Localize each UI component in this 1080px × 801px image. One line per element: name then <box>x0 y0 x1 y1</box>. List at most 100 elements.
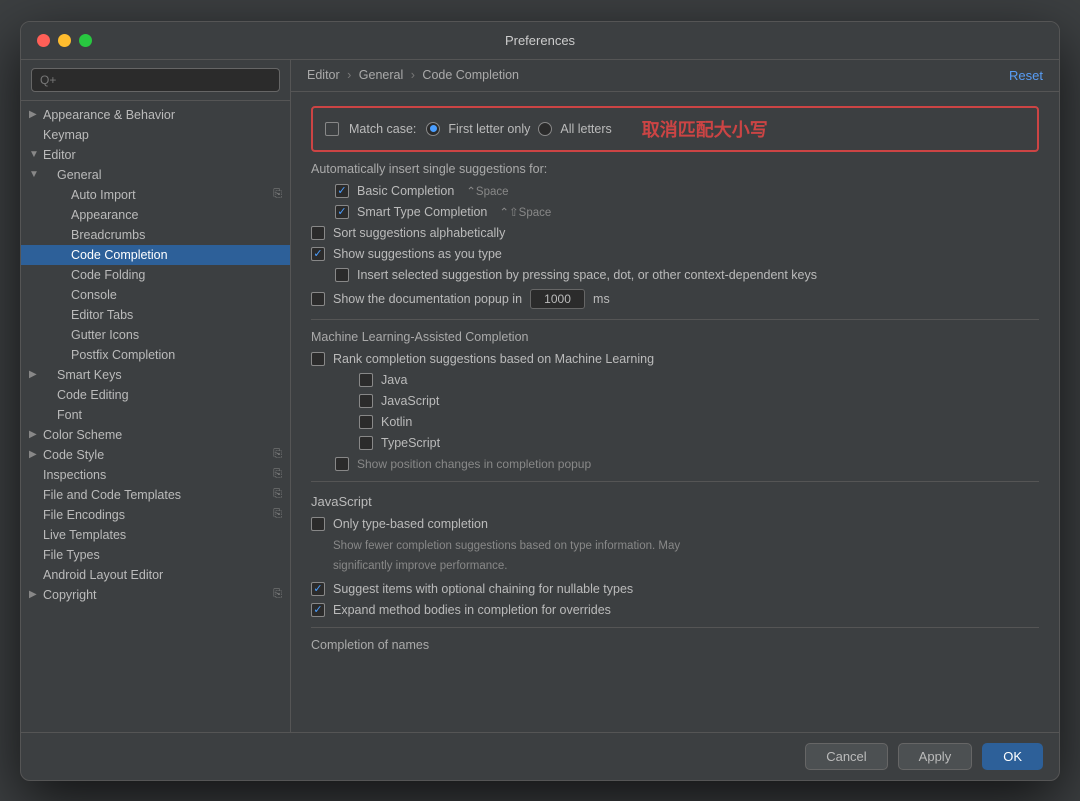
ml-typescript-checkbox[interactable] <box>359 436 373 450</box>
sidebar-item-editor[interactable]: ▼ Editor <box>21 145 290 165</box>
sidebar-item-android-layout-editor[interactable]: Android Layout Editor <box>21 565 290 585</box>
js-expand-method-row: Expand method bodies in completion for o… <box>311 603 1039 617</box>
breadcrumb-sep2: › <box>411 68 415 82</box>
sidebar-item-code-editing[interactable]: Code Editing <box>21 385 290 405</box>
sidebar-item-file-code-templates[interactable]: File and Code Templates ⎘ <box>21 485 290 505</box>
sidebar-item-label: Gutter Icons <box>71 328 282 342</box>
panel-header: Editor › General › Code Completion Reset <box>291 60 1059 92</box>
reset-button[interactable]: Reset <box>1009 68 1043 83</box>
sidebar-item-inspections[interactable]: Inspections ⎘ <box>21 465 290 485</box>
show-suggestions-checkbox[interactable] <box>311 247 325 261</box>
js-suggest-nullable-checkbox[interactable] <box>311 582 325 596</box>
show-suggestions-label: Show suggestions as you type <box>333 247 502 261</box>
sidebar-item-code-folding[interactable]: Code Folding <box>21 265 290 285</box>
arrow-icon: ▶ <box>29 109 43 120</box>
ml-javascript-checkbox[interactable] <box>359 394 373 408</box>
show-position-row: Show position changes in completion popu… <box>335 457 1039 471</box>
sidebar-item-file-encodings[interactable]: File Encodings ⎘ <box>21 505 290 525</box>
sidebar-item-appearance[interactable]: Appearance <box>21 205 290 225</box>
cancel-button[interactable]: Cancel <box>805 743 887 770</box>
maximize-button[interactable] <box>79 34 92 47</box>
sidebar-item-label: Editor Tabs <box>71 308 282 322</box>
ok-button[interactable]: OK <box>982 743 1043 770</box>
basic-completion-checkbox[interactable] <box>335 184 349 198</box>
sort-alpha-checkbox[interactable] <box>311 226 325 240</box>
dialog-title: Preferences <box>505 33 575 48</box>
ml-typescript-row: TypeScript <box>359 436 1039 450</box>
sidebar-item-label: Smart Keys <box>57 368 282 382</box>
arrow-icon: ▼ <box>29 169 43 180</box>
minimize-button[interactable] <box>58 34 71 47</box>
ml-kotlin-row: Kotlin <box>359 415 1039 429</box>
js-only-type-checkbox[interactable] <box>311 517 325 531</box>
apply-button[interactable]: Apply <box>898 743 973 770</box>
sidebar-item-label: Live Templates <box>43 528 282 542</box>
sidebar-item-code-completion[interactable]: Code Completion <box>21 245 290 265</box>
insert-selected-checkbox[interactable] <box>335 268 349 282</box>
sidebar-item-code-style[interactable]: ▶ Code Style ⎘ <box>21 445 290 465</box>
sidebar-item-general[interactable]: ▼ General <box>21 165 290 185</box>
sidebar-item-console[interactable]: Console <box>21 285 290 305</box>
sidebar-item-label: Code Style <box>43 448 269 462</box>
smart-completion-checkbox[interactable] <box>335 205 349 219</box>
ml-java-row: Java <box>359 373 1039 387</box>
first-letter-label: First letter only <box>448 122 530 136</box>
copy-icon: ⎘ <box>273 488 282 501</box>
sidebar-item-keymap[interactable]: Keymap <box>21 125 290 145</box>
sidebar-item-editor-tabs[interactable]: Editor Tabs <box>21 305 290 325</box>
js-only-type-label: Only type-based completion <box>333 517 488 531</box>
ml-kotlin-checkbox[interactable] <box>359 415 373 429</box>
radio-first-letter[interactable] <box>426 122 440 136</box>
copy-icon: ⎘ <box>273 508 282 521</box>
sidebar-item-label: Code Editing <box>57 388 282 402</box>
sidebar-item-breadcrumbs[interactable]: Breadcrumbs <box>21 225 290 245</box>
insert-selected-label: Insert selected suggestion by pressing s… <box>357 268 817 282</box>
search-input[interactable] <box>31 68 280 92</box>
copy-icon: ⎘ <box>273 468 282 481</box>
sidebar-item-auto-import[interactable]: Auto Import ⎘ <box>21 185 290 205</box>
show-doc-popup-row: Show the documentation popup in ms <box>311 289 1039 309</box>
show-doc-popup-checkbox[interactable] <box>311 292 325 306</box>
match-case-box: Match case: First letter only All letter… <box>311 106 1039 152</box>
radio-all-letters[interactable] <box>538 122 552 136</box>
ml-rank-row: Rank completion suggestions based on Mac… <box>311 352 1039 366</box>
ml-rank-label: Rank completion suggestions based on Mac… <box>333 352 654 366</box>
show-position-checkbox[interactable] <box>335 457 349 471</box>
footer: Cancel Apply OK <box>21 732 1059 780</box>
sidebar-item-gutter-icons[interactable]: Gutter Icons <box>21 325 290 345</box>
sidebar-item-live-templates[interactable]: Live Templates <box>21 525 290 545</box>
main-content: ▶ Appearance & Behavior Keymap ▼ Editor <box>21 60 1059 732</box>
search-bar <box>21 60 290 101</box>
sidebar-item-appearance-behavior[interactable]: ▶ Appearance & Behavior <box>21 105 290 125</box>
ml-typescript-label: TypeScript <box>381 436 440 450</box>
match-case-checkbox[interactable] <box>325 122 339 136</box>
arrow-icon: ▶ <box>29 369 43 380</box>
close-button[interactable] <box>37 34 50 47</box>
js-expand-method-checkbox[interactable] <box>311 603 325 617</box>
sidebar-item-font[interactable]: Font <box>21 405 290 425</box>
breadcrumb-general: General <box>359 68 403 82</box>
panel-body: Match case: First letter only All letter… <box>291 92 1059 732</box>
ml-section-title: Machine Learning-Assisted Completion <box>311 330 1039 344</box>
js-suggest-nullable-label: Suggest items with optional chaining for… <box>333 582 633 596</box>
sidebar-item-label: Postfix Completion <box>71 348 282 362</box>
completion-names-title: Completion of names <box>311 638 1039 652</box>
sidebar-item-color-scheme[interactable]: ▶ Color Scheme <box>21 425 290 445</box>
sidebar-item-file-types[interactable]: File Types <box>21 545 290 565</box>
breadcrumb-current: Code Completion <box>422 68 519 82</box>
sidebar-item-smart-keys[interactable]: ▶ Smart Keys <box>21 365 290 385</box>
doc-popup-ms-input[interactable] <box>530 289 585 309</box>
divider2 <box>311 481 1039 482</box>
ml-java-checkbox[interactable] <box>359 373 373 387</box>
sidebar-item-label: Appearance <box>71 208 282 222</box>
smart-completion-label: Smart Type Completion <box>357 205 487 219</box>
sidebar-item-postfix-completion[interactable]: Postfix Completion <box>21 345 290 365</box>
divider1 <box>311 319 1039 320</box>
sidebar-item-label: File Types <box>43 548 282 562</box>
insert-selected-row: Insert selected suggestion by pressing s… <box>335 268 1039 282</box>
js-only-type-desc2: significantly improve performance. <box>333 558 1039 574</box>
all-letters-label: All letters <box>560 122 611 136</box>
ml-rank-checkbox[interactable] <box>311 352 325 366</box>
copy-icon: ⎘ <box>273 188 282 201</box>
sidebar-item-copyright[interactable]: ▶ Copyright ⎘ <box>21 585 290 605</box>
